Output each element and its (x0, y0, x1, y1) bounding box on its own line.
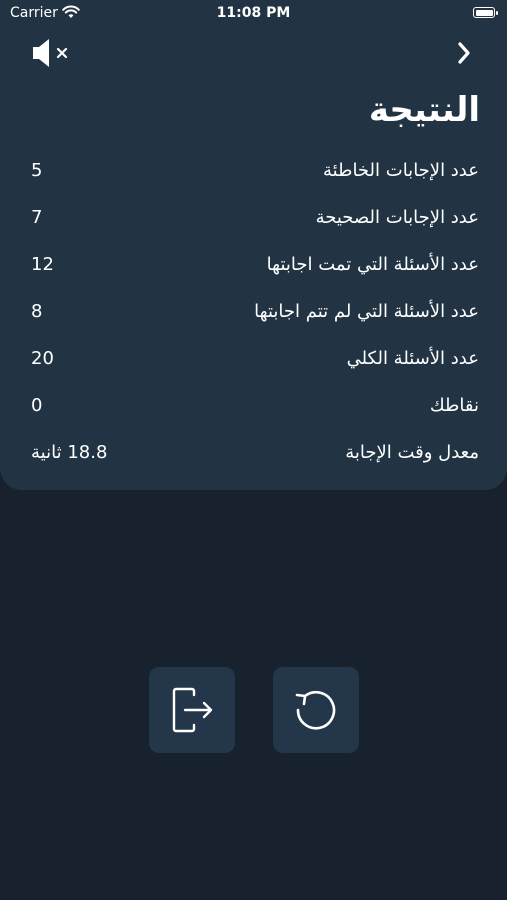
exit-button[interactable] (149, 667, 235, 753)
next-button[interactable] (450, 38, 480, 68)
battery-icon (473, 7, 498, 18)
stat-row-points: نقاطك 0 (0, 383, 507, 430)
status-bar: Carrier 11:08 PM (0, 0, 507, 28)
stat-value: 12 (31, 254, 54, 275)
stat-value: 8 (31, 301, 43, 322)
stat-value: 5 (31, 160, 43, 181)
stat-row-total-questions: عدد الأسئلة الكلي 20 (0, 336, 507, 383)
stat-label: عدد الأسئلة التي تمت اجابتها (266, 254, 479, 275)
stats-list: عدد الإجابات الخاطئة 5 عدد الإجابات الصح… (0, 148, 507, 477)
stat-label: عدد الأسئلة الكلي (346, 348, 479, 369)
stat-value: 7 (31, 207, 43, 228)
exit-icon (172, 687, 213, 733)
stat-row-wrong-answers: عدد الإجابات الخاطئة 5 (0, 148, 507, 195)
page-title: النتيجة (368, 90, 480, 130)
restart-icon (295, 691, 336, 730)
stat-row-correct-answers: عدد الإجابات الصحيحة 7 (0, 195, 507, 242)
stat-label: عدد الإجابات الصحيحة (315, 207, 479, 228)
stat-label: عدد الأسئلة التي لم تتم اجابتها (254, 301, 479, 322)
stat-row-answered-questions: عدد الأسئلة التي تمت اجابتها 12 (0, 242, 507, 289)
speaker-muted-icon (33, 39, 68, 67)
stat-value: 18.8 ثانية (31, 442, 108, 463)
stat-label: معدل وقت الإجابة (345, 442, 479, 463)
chevron-right-icon (458, 42, 470, 64)
stat-row-unanswered-questions: عدد الأسئلة التي لم تتم اجابتها 8 (0, 289, 507, 336)
restart-button[interactable] (273, 667, 359, 753)
stat-value: 20 (31, 348, 54, 369)
status-time: 11:08 PM (216, 5, 291, 21)
stat-row-average-time: معدل وقت الإجابة 18.8 ثانية (0, 430, 507, 477)
stat-label: نقاطك (429, 395, 479, 416)
sound-toggle-button[interactable] (30, 38, 72, 68)
stat-value: 0 (31, 395, 43, 416)
stat-label: عدد الإجابات الخاطئة (323, 160, 479, 181)
